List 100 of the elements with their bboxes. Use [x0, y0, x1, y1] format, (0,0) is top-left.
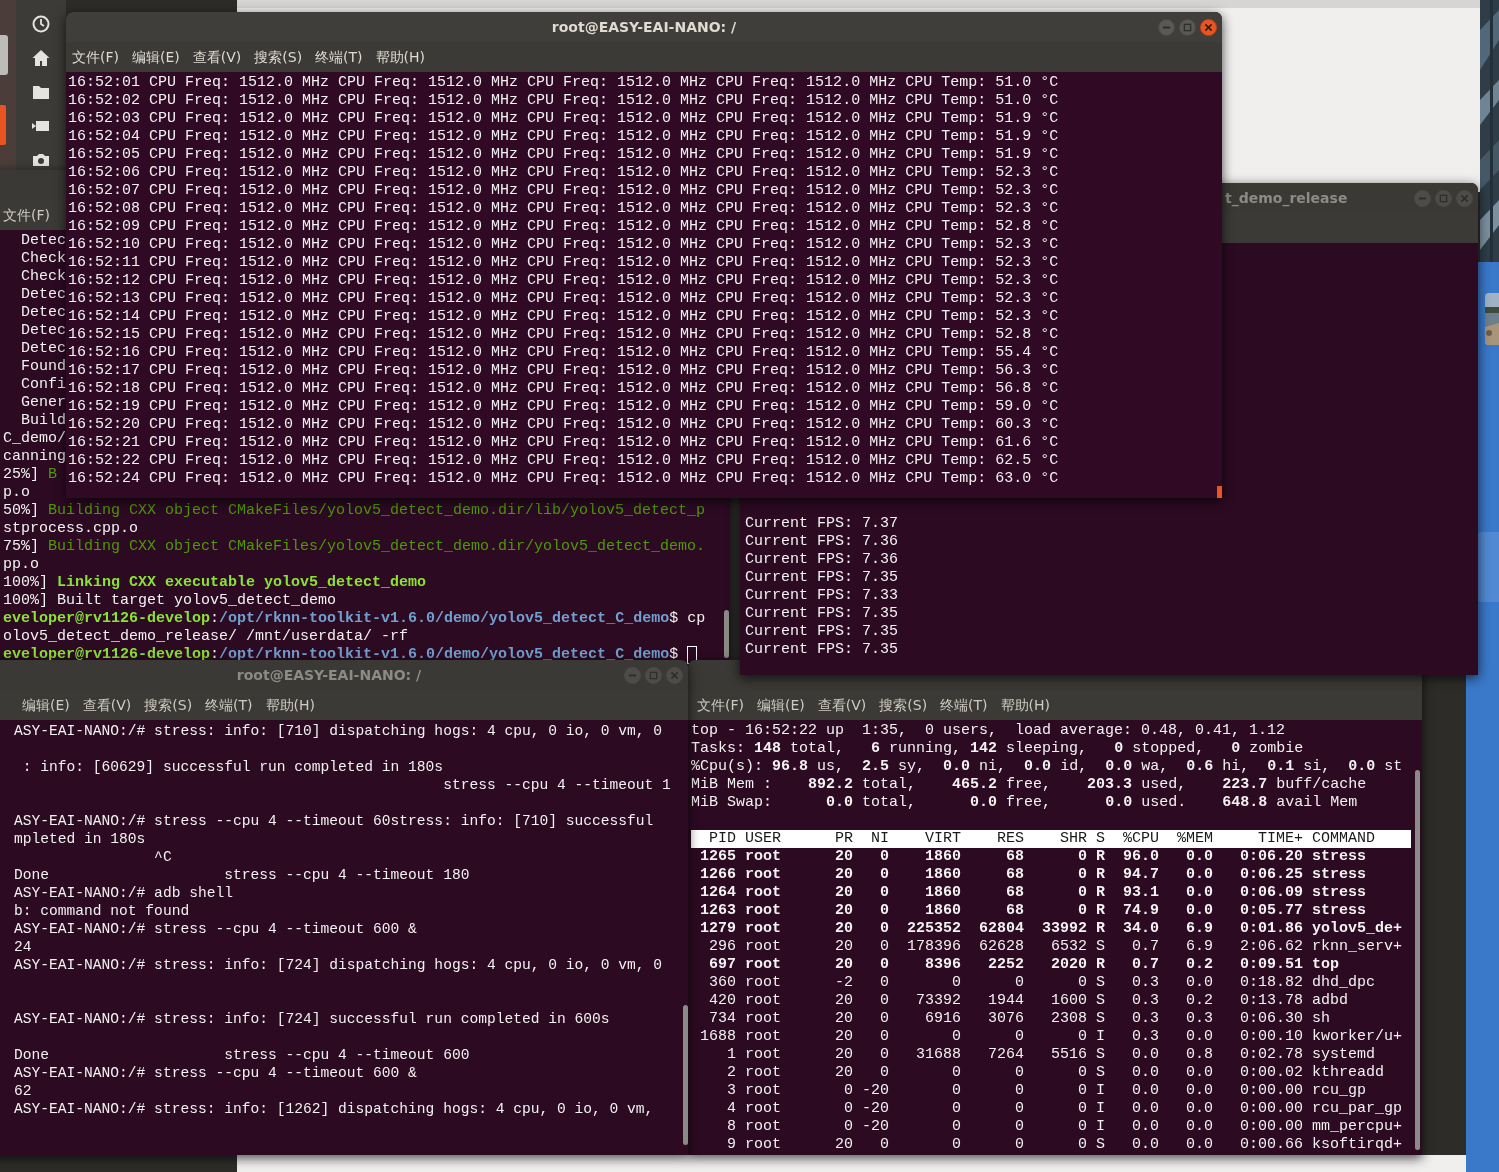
- terminal-line: ASY-EAI-NANO:/# stress: info: [724] successful run completed in 600s: [14, 1010, 610, 1028]
- menu-item[interactable]: 编辑(E): [22, 694, 70, 716]
- terminal-line: ^C: [153, 848, 172, 866]
- menu-item[interactable]: 查看(V): [817, 694, 867, 716]
- close-icon: [1460, 193, 1469, 203]
- process-row-text: 1279 root 20 0 225352 62804 33992 R 34.0 6.9 0:01.86 yolov5_de+: [699, 920, 1403, 938]
- terminal-line: top - 16:52:22 up 1:35, 0 users, load average: 0.48, 0.41, 1.12: [691, 722, 1286, 740]
- terminal-line: 16:52:15 CPU Freq: 1512.0 MHz CPU Freq: 1512.0 MHz CPU Freq: 1512.0 MHz CPU Freq: 1512.0 MHz CPU Temp: 52.8 °C: [68, 326, 1059, 344]
- terminal-line: 16:52:16 CPU Freq: 1512.0 MHz CPU Freq: 1512.0 MHz CPU Freq: 1512.0 MHz CPU Freq: 1512.0 MHz CPU Temp: 55.4 °C: [68, 344, 1059, 362]
- menu-item[interactable]: 文件(F): [72, 46, 119, 68]
- minimize-button[interactable]: [624, 666, 641, 684]
- terminal-line: b: command not found: [14, 902, 190, 920]
- process-row-text: 296 root 20 0 178396 62628 6532 S 0.7 6.9 2:06.62 rknn_serv+: [708, 938, 1403, 956]
- terminal-line: 16:52:21 CPU Freq: 1512.0 MHz CPU Freq: 1512.0 MHz CPU Freq: 1512.0 MHz CPU Freq: 1512.0 MHz CPU Temp: 61.6 °C: [68, 434, 1059, 452]
- close-button[interactable]: [1200, 18, 1217, 36]
- clock-icon[interactable]: [31, 14, 51, 34]
- window-title: t_demo_release: [1225, 188, 1348, 209]
- maximize-button[interactable]: [645, 666, 662, 684]
- terminal-line: eveloper@rv1126-develop:/opt/rknn-toolkit-v1.6.0/demo/yolov5_detect_C_demo$: [3, 646, 679, 664]
- scrollbar-thumb[interactable]: [1217, 486, 1222, 498]
- terminal-line: Detec: [20, 322, 66, 340]
- menu-item[interactable]: 文件(F): [3, 204, 50, 226]
- terminal-line: 16:52:19 CPU Freq: 1512.0 MHz CPU Freq: 1512.0 MHz CPU Freq: 1512.0 MHz CPU Freq: 1512.0 MHz CPU Temp: 59.0 °C: [68, 398, 1059, 416]
- window-title: root@EASY-EAI-NANO: /: [236, 665, 422, 685]
- menu-item[interactable]: 搜索(S): [254, 46, 303, 68]
- minimize-button[interactable]: [1414, 189, 1431, 207]
- terminal-line: C_demo/: [3, 430, 66, 448]
- terminal-line: : info: [60629] successful run completed in 180s: [21, 758, 444, 776]
- menu-item[interactable]: 终端(T): [940, 694, 988, 716]
- maximize-button[interactable]: [1435, 189, 1452, 207]
- terminal-line: pp.o: [3, 556, 39, 574]
- process-row-text: 2 root 20 0 0 0 0 S 0.0 0.0 0:00.02 kthreadd: [726, 1064, 1385, 1082]
- terminal-line: 16:52:10 CPU Freq: 1512.0 MHz CPU Freq: 1512.0 MHz CPU Freq: 1512.0 MHz CPU Freq: 1512.0 MHz CPU Temp: 52.3 °C: [68, 236, 1059, 254]
- terminal-line: 16:52:20 CPU Freq: 1512.0 MHz CPU Freq: 1512.0 MHz CPU Freq: 1512.0 MHz CPU Freq: 1512.0 MHz CPU Temp: 60.3 °C: [68, 416, 1059, 434]
- terminal-line: 62: [14, 1082, 32, 1100]
- process-row-text: 8 root 0 -20 0 0 0 I 0.0 0.0 0:00.00 mm_percpu+: [726, 1118, 1403, 1136]
- terminal-line: 16:52:06 CPU Freq: 1512.0 MHz CPU Freq: 1512.0 MHz CPU Freq: 1512.0 MHz CPU Freq: 1512.0 MHz CPU Temp: 52.3 °C: [68, 164, 1059, 182]
- maximize-button[interactable]: [1179, 18, 1196, 36]
- terminal-line: 16:52:08 CPU Freq: 1512.0 MHz CPU Freq: 1512.0 MHz CPU Freq: 1512.0 MHz CPU Freq: 1512.0 MHz CPU Temp: 52.3 °C: [68, 200, 1059, 218]
- maximize-icon: [649, 670, 658, 680]
- maximize-icon: [1183, 22, 1192, 32]
- terminal-line: MiB Swap: 0.0 total, 0.0 free, 0.0 used. 648.8 avail Mem: [691, 794, 1358, 812]
- terminal-line: Done stress --cpu 4 --timeout 600: [14, 1046, 470, 1064]
- close-icon: [1204, 22, 1213, 32]
- menu-item[interactable]: 编辑(E): [132, 46, 180, 68]
- menu-item[interactable]: 文件(F): [697, 694, 744, 716]
- terminal-line: Current FPS: 7.35: [745, 569, 899, 587]
- process-row-text: 420 root 20 0 73392 1944 1600 S 0.3 0.2 0:13.78 adbd: [708, 992, 1349, 1010]
- terminal-line: Done stress --cpu 4 --timeout 180: [14, 866, 470, 884]
- terminal-line: 16:52:04 CPU Freq: 1512.0 MHz CPU Freq: 1512.0 MHz CPU Freq: 1512.0 MHz CPU Freq: 1512.0 MHz CPU Temp: 51.9 °C: [68, 128, 1059, 146]
- terminal-line: mpleted in 180s: [14, 830, 146, 848]
- menu-item[interactable]: 终端(T): [315, 46, 363, 68]
- terminal-line: ASY-EAI-NANO:/# stress --cpu 4 --timeout 600 &: [14, 1064, 417, 1082]
- menu-item[interactable]: 查看(V): [82, 694, 132, 716]
- menu-item[interactable]: 帮助(H): [375, 46, 426, 68]
- terminal-line: 16:52:05 CPU Freq: 1512.0 MHz CPU Freq: 1512.0 MHz CPU Freq: 1512.0 MHz CPU Freq: 1512.0 MHz CPU Temp: 51.9 °C: [68, 146, 1059, 164]
- minimize-button[interactable]: [1158, 18, 1175, 36]
- terminal-line: 16:52:24 CPU Freq: 1512.0 MHz CPU Freq: 1512.0 MHz CPU Freq: 1512.0 MHz CPU Freq: 1512.0 MHz CPU Temp: 63.0 °C: [68, 470, 1059, 488]
- menu-item[interactable]: 查看(V): [192, 46, 242, 68]
- menu-item[interactable]: 搜索(S): [879, 694, 928, 716]
- process-row-text: 1688 root 20 0 0 0 0 I 0.3 0.0 0:00.10 kworker/u+: [699, 1028, 1403, 1046]
- terminal-line: ASY-EAI-NANO:/# stress: info: [1262] dispatching hogs: 4 cpu, 0 io, 0 vm,: [14, 1100, 654, 1118]
- menu-item[interactable]: 帮助(H): [1000, 694, 1051, 716]
- terminal-line: 16:52:01 CPU Freq: 1512.0 MHz CPU Freq: 1512.0 MHz CPU Freq: 1512.0 MHz CPU Freq: 1512.0 MHz CPU Temp: 51.0 °C: [68, 74, 1059, 92]
- scrollbar-thumb[interactable]: [1415, 770, 1420, 1150]
- terminal-line: ASY-EAI-NANO:/# stress --cpu 4 --timeout 60stress: info: [710] successful: [14, 812, 654, 830]
- process-row-text: 9 root 20 0 0 0 0 S 0.0 0.0 0:00.66 ksoftirqd+: [726, 1136, 1403, 1154]
- terminal-line: stress --cpu 4 --timeout 1: [442, 776, 671, 794]
- terminal-line: 16:52:02 CPU Freq: 1512.0 MHz CPU Freq: 1512.0 MHz CPU Freq: 1512.0 MHz CPU Freq: 1512.0 MHz CPU Temp: 51.0 °C: [68, 92, 1059, 110]
- terminal-line: Detec: [20, 286, 66, 304]
- terminal-line: 25%] B: [3, 466, 58, 484]
- menu-item[interactable]: 编辑(E): [757, 694, 805, 716]
- scrollbar-thumb[interactable]: [683, 1005, 688, 1145]
- home-icon[interactable]: [31, 48, 51, 68]
- menu-item[interactable]: 终端(T): [205, 694, 253, 716]
- window-title: root@EASY-EAI-NANO: /: [551, 17, 737, 37]
- terminal-line: Current FPS: 7.33: [745, 587, 899, 605]
- terminal-line: MiB Mem : 892.2 total, 465.2 free, 203.3 used, 223.7 buff/cache: [691, 776, 1367, 794]
- scrollbar-thumb[interactable]: [724, 610, 729, 658]
- terminal-line: 16:52:14 CPU Freq: 1512.0 MHz CPU Freq: 1512.0 MHz CPU Freq: 1512.0 MHz CPU Freq: 1512.0 MHz CPU Temp: 52.3 °C: [68, 308, 1059, 326]
- terminal-line: p.o: [3, 484, 30, 502]
- terminal-line: Check: [20, 268, 66, 286]
- terminal-line: 16:52:18 CPU Freq: 1512.0 MHz CPU Freq: 1512.0 MHz CPU Freq: 1512.0 MHz CPU Freq: 1512.0 MHz CPU Temp: 56.8 °C: [68, 380, 1059, 398]
- terminal-line: ASY-EAI-NANO:/# stress: info: [710] dispatching hogs: 4 cpu, 0 io, 0 vm, 0: [14, 722, 663, 740]
- process-row-text: 697 root 20 0 8396 2252 2020 R 0.7 0.2 0:09.51 top: [708, 956, 1340, 974]
- terminal-line: eveloper@rv1126-develop:/opt/rknn-toolkit-v1.6.0/demo/yolov5_detect_C_demo$ cp: [3, 610, 706, 628]
- process-row-text: 1263 root 20 0 1860 68 0 R 74.9 0.0 0:05.77 stress: [699, 902, 1367, 920]
- process-row-text: 4 root 0 -20 0 0 0 I 0.0 0.0 0:00.00 rcu_par_gp: [726, 1100, 1403, 1118]
- close-icon: [670, 670, 679, 680]
- terminal-line: canning: [3, 448, 66, 466]
- terminal-line: Current FPS: 7.35: [745, 605, 899, 623]
- menu-item[interactable]: 搜索(S): [144, 694, 193, 716]
- process-row-text: 734 root 20 0 6916 3076 2308 S 0.3 0.3 0:06.30 sh: [708, 1010, 1331, 1028]
- process-row-text: 3 root 0 -20 0 0 0 I 0.0 0.0 0:00.00 rcu_gp: [726, 1082, 1367, 1100]
- terminal-line: Current FPS: 7.35: [745, 641, 899, 659]
- terminal-line: 16:52:11 CPU Freq: 1512.0 MHz CPU Freq: 1512.0 MHz CPU Freq: 1512.0 MHz CPU Freq: 1512.0 MHz CPU Temp: 52.3 °C: [68, 254, 1059, 272]
- terminal-line: 100%] Built target yolov5_detect_demo: [3, 592, 337, 610]
- maximize-icon: [1439, 193, 1448, 203]
- menu-item[interactable]: 帮助(H): [265, 694, 316, 716]
- terminal-line: 16:52:17 CPU Freq: 1512.0 MHz CPU Freq: 1512.0 MHz CPU Freq: 1512.0 MHz CPU Freq: 1512.0 MHz CPU Temp: 56.3 °C: [68, 362, 1059, 380]
